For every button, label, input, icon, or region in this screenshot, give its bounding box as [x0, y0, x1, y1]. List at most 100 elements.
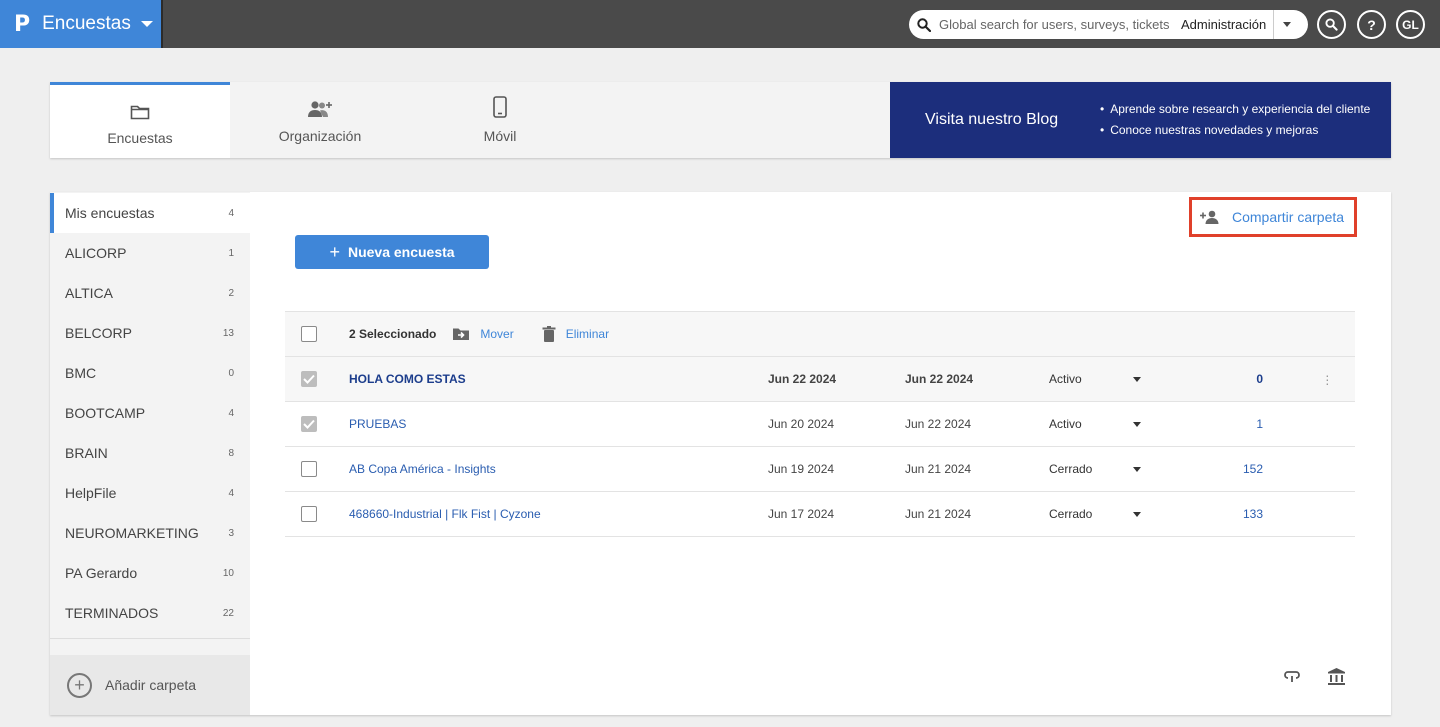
row-checkbox[interactable] — [301, 371, 317, 387]
table-row[interactable]: HOLA COMO ESTAS Jun 22 2024 Jun 22 2024 … — [285, 357, 1355, 402]
surveys-panel: Mis encuestas 4 ALICORP 1 ALTICA 2 BELCO… — [50, 192, 1391, 715]
sidebar-item-terminados[interactable]: TERMINADOS 22 — [50, 593, 250, 633]
global-search: Administración — [909, 10, 1308, 39]
app-switcher[interactable]: P Encuestas — [0, 0, 161, 48]
help-button[interactable]: ? — [1357, 10, 1386, 39]
blog-bullet: Conoce nuestras novedades y mejoras — [1100, 120, 1370, 141]
search-icon — [909, 17, 939, 32]
folder-icon — [130, 98, 150, 120]
sidebar-item-altica[interactable]: ALTICA 2 — [50, 273, 250, 313]
folder-count: 4 — [228, 407, 234, 419]
mobile-phone-icon — [493, 96, 507, 118]
blog-banner[interactable]: Visita nuestro Blog Aprende sobre resear… — [890, 82, 1391, 158]
sidebar-item-helpfile[interactable]: HelpFile 4 — [50, 473, 250, 513]
row-checkbox[interactable] — [301, 416, 317, 432]
folder-name: TERMINADOS — [65, 605, 159, 621]
folder-name: PA Gerardo — [65, 565, 138, 581]
status-dropdown-icon[interactable] — [1133, 376, 1141, 382]
search-button[interactable] — [1317, 10, 1346, 39]
row-checkbox[interactable] — [301, 461, 317, 477]
sidebar-item-bootcamp[interactable]: BOOTCAMP 4 — [50, 393, 250, 433]
delete-button[interactable]: Eliminar — [542, 326, 609, 342]
folder-name: BELCORP — [65, 325, 132, 341]
row-checkbox[interactable] — [301, 506, 317, 522]
tab-label: Móvil — [483, 128, 517, 144]
folder-count: 2 — [228, 287, 234, 299]
survey-name-link[interactable]: HOLA COMO ESTAS — [349, 372, 466, 386]
sidebar-item-bmc[interactable]: BMC 0 — [50, 353, 250, 393]
sidebar-item-neuromarketing[interactable]: NEUROMARKETING 3 — [50, 513, 250, 553]
folder-name: ALICORP — [65, 245, 127, 261]
status-label: Activo — [1049, 417, 1082, 431]
folder-sidebar: Mis encuestas 4 ALICORP 1 ALTICA 2 BELCO… — [50, 192, 250, 715]
blog-bullets: Aprende sobre research y experiencia del… — [1100, 99, 1370, 141]
help-icon: ? — [1367, 16, 1376, 33]
move-button[interactable]: Mover — [452, 327, 514, 341]
tab-label: Encuestas — [107, 129, 173, 146]
search-scope-label[interactable]: Administración — [1181, 17, 1273, 32]
blog-title: Visita nuestro Blog — [925, 111, 1059, 128]
divider — [50, 638, 250, 639]
bank-icon[interactable] — [1327, 667, 1346, 691]
status-dropdown-icon[interactable] — [1133, 511, 1141, 517]
sidebar-item-belcorp[interactable]: BELCORP 13 — [50, 313, 250, 353]
app-name: Encuestas — [42, 13, 131, 34]
link-icon[interactable] — [1283, 669, 1301, 688]
new-survey-label: Nueva encuesta — [347, 244, 455, 260]
folder-name: BRAIN — [65, 445, 108, 461]
chevron-down-icon — [140, 21, 153, 27]
top-bar: P Encuestas Administración ? GL — [0, 0, 1440, 48]
status-label: Cerrado — [1049, 507, 1093, 521]
plus-icon: + — [329, 241, 340, 262]
selection-count: 2 Seleccionado — [349, 327, 437, 341]
folder-name: NEUROMARKETING — [65, 525, 199, 541]
survey-name-link[interactable]: PRUEBAS — [349, 417, 406, 431]
chevron-down-icon — [1282, 22, 1291, 27]
responses-count[interactable]: 152 — [1243, 462, 1263, 476]
table-row[interactable]: 468660-Industrial | Flk Fist | Cyzone Ju… — [285, 492, 1355, 537]
add-circle-icon: + — [67, 672, 92, 698]
search-scope-dropdown[interactable] — [1273, 10, 1299, 39]
responses-count[interactable]: 0 — [1256, 372, 1263, 386]
status-dropdown-icon[interactable] — [1133, 421, 1141, 427]
move-label: Mover — [480, 327, 514, 341]
folder-name: BMC — [65, 365, 97, 381]
folder-name: Mis encuestas — [65, 205, 155, 221]
add-folder-button[interactable]: + Añadir carpeta — [50, 655, 250, 715]
tab-organizacion[interactable]: Organización — [230, 82, 410, 158]
folder-count: 4 — [228, 207, 234, 219]
trash-icon — [542, 326, 556, 342]
add-user-icon — [1200, 210, 1219, 224]
avatar[interactable]: GL — [1396, 10, 1425, 39]
created-date: Jun 22 2024 — [768, 372, 837, 386]
modified-date: Jun 22 2024 — [905, 417, 972, 431]
survey-name-link[interactable]: AB Copa América - Insights — [349, 462, 496, 476]
blog-bullet: Aprende sobre research y experiencia del… — [1100, 99, 1370, 120]
folder-name: BOOTCAMP — [65, 405, 146, 421]
share-folder-button[interactable]: Compartir carpeta — [1189, 197, 1357, 237]
new-survey-button[interactable]: + Nueva encuesta — [295, 235, 489, 269]
divider — [161, 0, 163, 48]
tab-encuestas[interactable]: Encuestas — [50, 82, 230, 158]
table-toolbar: 2 Seleccionado Mover Eliminar — [285, 311, 1355, 357]
sidebar-item-brain[interactable]: BRAIN 8 — [50, 433, 250, 473]
modified-date: Jun 21 2024 — [905, 507, 972, 521]
status-dropdown-icon[interactable] — [1133, 466, 1141, 472]
created-date: Jun 17 2024 — [768, 507, 835, 521]
add-user-group-icon — [307, 96, 333, 118]
sidebar-item-alicorp[interactable]: ALICORP 1 — [50, 233, 250, 273]
table-row[interactable]: AB Copa América - Insights Jun 19 2024 J… — [285, 447, 1355, 492]
search-icon — [1325, 18, 1338, 31]
table-row[interactable]: PRUEBAS Jun 20 2024 Jun 22 2024 Activo 1 — [285, 402, 1355, 447]
delete-label: Eliminar — [565, 327, 610, 341]
check-icon — [303, 374, 315, 384]
responses-count[interactable]: 133 — [1243, 507, 1263, 521]
more-options-icon[interactable]: · · · — [1325, 368, 1330, 390]
tab-movil[interactable]: Móvil — [410, 82, 590, 158]
survey-name-link[interactable]: 468660-Industrial | Flk Fist | Cyzone — [349, 507, 541, 521]
select-all-checkbox[interactable] — [301, 326, 317, 342]
sidebar-item-mis-encuestas[interactable]: Mis encuestas 4 — [50, 193, 250, 233]
sidebar-item-pa-gerardo[interactable]: PA Gerardo 10 — [50, 553, 250, 593]
search-input[interactable] — [939, 17, 1179, 32]
responses-count[interactable]: 1 — [1256, 417, 1263, 431]
